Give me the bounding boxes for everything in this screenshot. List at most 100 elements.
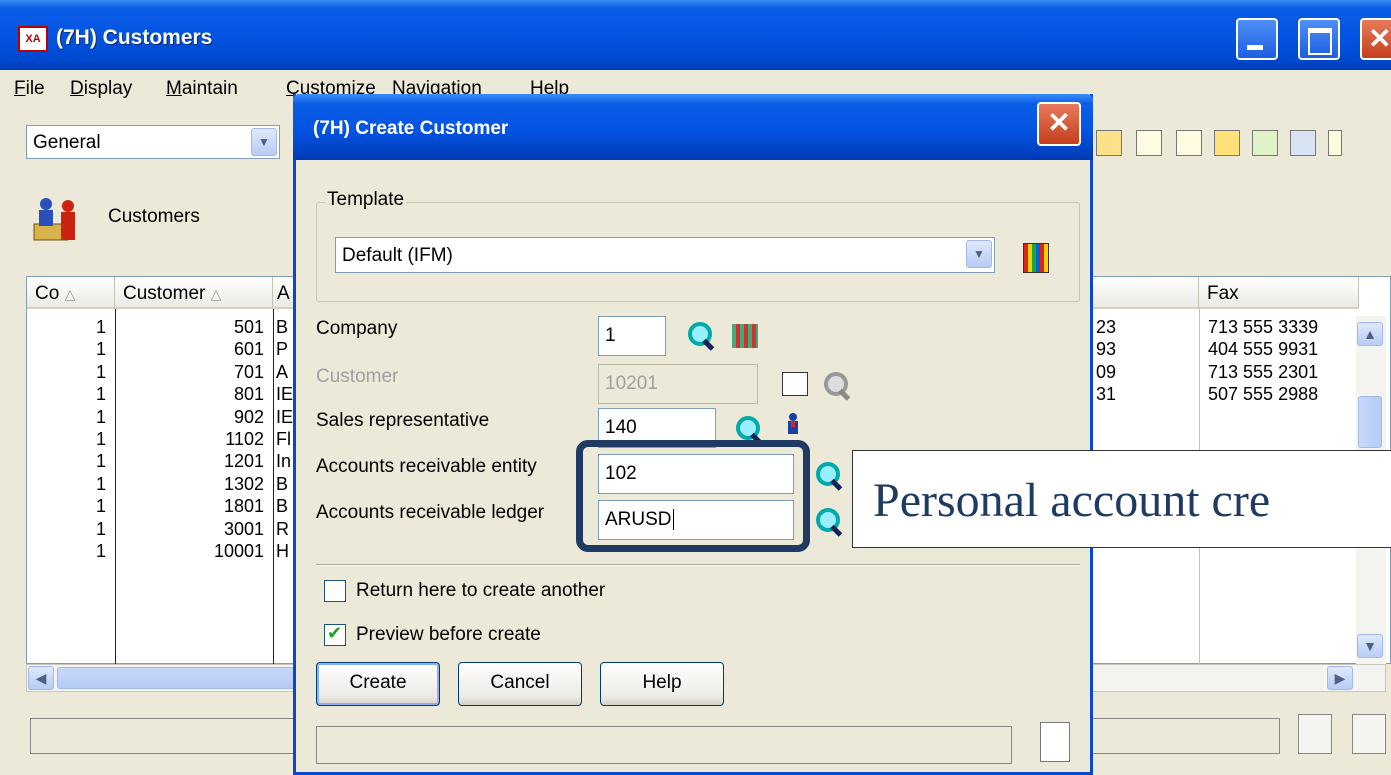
dialog-titlebar[interactable]: (7H) Create Customer ✕	[293, 94, 1093, 160]
create-button[interactable]: Create	[316, 662, 440, 706]
column-header-customer[interactable]: Customer △	[115, 277, 273, 309]
view-select-value: General	[33, 132, 101, 153]
customer-label: Customer	[316, 366, 399, 387]
cell-co: 1	[95, 384, 106, 405]
template-select[interactable]: Default (IFM) ▼	[335, 237, 995, 273]
column-header-co[interactable]: Co △	[27, 277, 115, 309]
cell-customer: 1201	[223, 451, 264, 472]
salesrep-label: Sales representative	[316, 410, 490, 431]
scroll-left-icon[interactable]: ◀	[28, 666, 54, 690]
document-search-icon[interactable]	[1176, 130, 1202, 156]
cell-customer: 601	[233, 339, 264, 360]
return-checkbox[interactable]	[324, 580, 346, 602]
dialog-close-button[interactable]: ✕	[1037, 102, 1081, 146]
chart-icon[interactable]	[1352, 714, 1386, 754]
minimize-button[interactable]	[1236, 18, 1278, 60]
dialog-status-bar	[316, 726, 1012, 764]
template-group: Template Default (IFM) ▼	[316, 189, 1080, 302]
separator	[316, 564, 1080, 566]
cell-fax	[1208, 428, 1354, 450]
list-icon[interactable]	[732, 324, 758, 348]
scroll-up-icon[interactable]: ▲	[1357, 322, 1383, 346]
dialog-title: (7H) Create Customer	[313, 118, 509, 139]
cell-customer: 3001	[223, 518, 264, 539]
cell-co: 1	[95, 473, 106, 494]
cell-co: 1	[95, 317, 106, 337]
cell-customer: 1302	[223, 473, 264, 494]
chevron-down-icon[interactable]: ▼	[251, 128, 277, 156]
cell-phone: 23	[1096, 317, 1117, 337]
cell-co: 1	[95, 541, 106, 561]
help-button[interactable]: Help	[600, 662, 724, 706]
cell-customer: 1801	[223, 496, 264, 517]
cell-phone: 09	[1096, 361, 1117, 382]
search-icon[interactable]	[814, 506, 844, 536]
sort-asc-icon: △	[210, 286, 222, 302]
grid-divider	[273, 309, 274, 665]
sort-asc-icon: △	[64, 286, 76, 302]
create-customer-dialog: (7H) Create Customer ✕ Template Default …	[293, 94, 1093, 775]
search-icon	[822, 370, 852, 400]
cell-fax: 713 555 3339	[1208, 317, 1319, 337]
search-icon[interactable]	[686, 320, 716, 350]
bluetooth-icon[interactable]	[1298, 714, 1332, 754]
cell-co: 1	[95, 429, 106, 449]
search-icon[interactable]	[814, 460, 844, 490]
cell-co: 1	[95, 361, 106, 382]
highlight-box	[576, 440, 810, 552]
close-button[interactable]	[1360, 18, 1391, 60]
cell-co: 1	[95, 496, 106, 517]
cell-co: 1	[95, 518, 106, 539]
callout-text: Personal account cre	[873, 474, 1271, 527]
column-header-fax[interactable]: Fax	[1199, 277, 1359, 309]
card-icon[interactable]	[1096, 130, 1122, 156]
export-icon[interactable]	[1040, 722, 1070, 762]
chevron-down-icon[interactable]: ▼	[966, 240, 992, 268]
preview-label: Preview before create	[356, 624, 541, 645]
cell-customer: 902	[233, 406, 264, 427]
return-label: Return here to create another	[356, 580, 606, 601]
cell-phone	[1096, 406, 1176, 428]
cell-customer: 701	[233, 361, 264, 382]
more-icon[interactable]	[1328, 130, 1342, 156]
cancel-button[interactable]: Cancel	[458, 662, 582, 706]
section-label: Customers	[108, 206, 200, 227]
menu-file[interactable]: File	[14, 78, 45, 100]
forklift-icon[interactable]	[1290, 130, 1316, 156]
template-legend: Template	[325, 189, 407, 211]
form-icon[interactable]	[1214, 130, 1240, 156]
cell-phone: 93	[1096, 339, 1117, 360]
hscroll-thumb[interactable]	[57, 667, 297, 689]
customers-icon	[33, 198, 75, 241]
customer-field: 10201	[598, 364, 758, 404]
person-icon[interactable]	[780, 412, 806, 436]
cell-phone: 31	[1096, 384, 1117, 405]
preview-checkbox[interactable]	[324, 623, 346, 646]
template-grid-icon[interactable]	[1023, 243, 1049, 273]
cell-co: 1	[95, 406, 106, 427]
company-label: Company	[316, 318, 398, 339]
maximize-button[interactable]	[1298, 18, 1340, 60]
menu-display[interactable]: Display	[70, 78, 132, 100]
cell-co: 1	[95, 339, 106, 360]
menu-maintain[interactable]: Maintain	[166, 78, 238, 100]
ar-ledger-label: Accounts receivable ledger	[316, 502, 545, 523]
form-edit-icon[interactable]	[1252, 130, 1278, 156]
window-titlebar[interactable]: XA (7H) Customers	[0, 0, 1391, 70]
cell-customer: 501	[233, 317, 264, 337]
cell-fax: 404 555 9931	[1208, 339, 1319, 360]
id-card-icon[interactable]	[782, 372, 808, 396]
callout-box: Personal account cre	[852, 450, 1391, 548]
cell-co: 1	[95, 451, 106, 472]
template-value: Default (IFM)	[342, 245, 453, 266]
view-select[interactable]: General ▼	[26, 125, 280, 159]
scroll-down-icon[interactable]: ▼	[1357, 634, 1383, 658]
document-icon[interactable]	[1136, 130, 1162, 156]
cell-customer: 801	[233, 384, 264, 405]
ar-entity-label: Accounts receivable entity	[316, 456, 537, 477]
column-header-phone[interactable]	[1093, 277, 1199, 309]
scroll-right-icon[interactable]: ▶	[1327, 666, 1353, 690]
company-field[interactable]: 1	[598, 316, 666, 356]
scroll-thumb[interactable]	[1358, 396, 1382, 448]
cell-customer: 10001	[213, 541, 264, 561]
